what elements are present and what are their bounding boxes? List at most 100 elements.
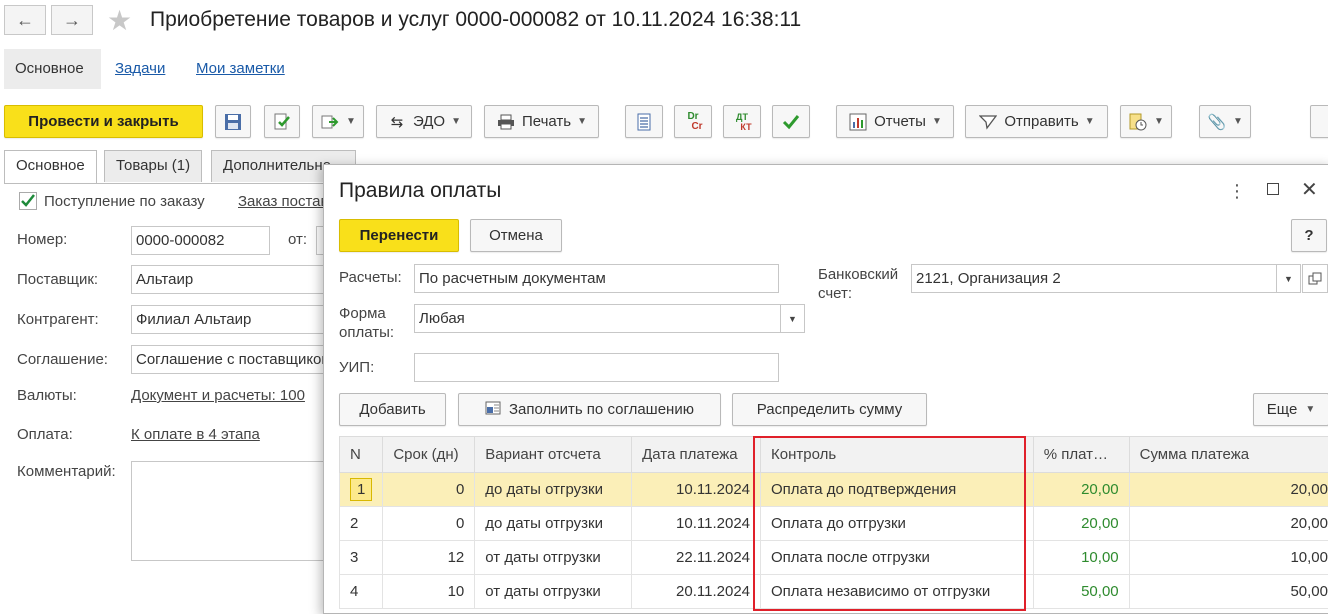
- attach-file-button[interactable]: 📎 ▼: [1199, 105, 1251, 138]
- order-link[interactable]: Заказ поставщику: [238, 193, 328, 210]
- cell-term: 10: [383, 575, 475, 609]
- supplier-field[interactable]: Альтаир: [131, 265, 331, 294]
- payment-link[interactable]: К оплате в 4 этапа: [131, 426, 260, 443]
- section-notes-link[interactable]: Мои заметки: [196, 60, 285, 77]
- column-header-n[interactable]: N: [340, 437, 383, 473]
- transfer-button[interactable]: Перенести: [339, 219, 459, 252]
- table-row[interactable]: 3 12 от даты отгрузки 22.11.2024 Оплата …: [340, 541, 1328, 575]
- checkmark-icon: [781, 112, 801, 132]
- comment-field[interactable]: [131, 461, 331, 561]
- column-header-control[interactable]: Контроль: [761, 437, 1034, 473]
- printer-icon: [496, 112, 516, 132]
- counterparty-field[interactable]: Филиал Альтаир: [131, 305, 331, 334]
- uip-field[interactable]: [414, 353, 779, 382]
- send-button[interactable]: Отправить ▼: [965, 105, 1108, 138]
- table-row[interactable]: 4 10 от даты отгрузки 20.11.2024 Оплата …: [340, 575, 1328, 609]
- paperclip-icon: 📎: [1207, 112, 1227, 132]
- column-header-variant[interactable]: Вариант отсчета: [475, 437, 632, 473]
- cell-variant: до даты отгрузки: [475, 507, 632, 541]
- dr-cr-button[interactable]: Dr Cr: [674, 105, 712, 138]
- print-label: Печать: [522, 113, 571, 130]
- payment-form-value: Любая: [419, 310, 465, 327]
- cell-term: 12: [383, 541, 475, 575]
- reports-button[interactable]: Отчеты ▼: [836, 105, 954, 138]
- table-row[interactable]: 2 0 до даты отгрузки 10.11.2024 Оплата д…: [340, 507, 1328, 541]
- more-toolbar-button[interactable]: [1310, 105, 1328, 138]
- column-header-term[interactable]: Срок (дн): [383, 437, 475, 473]
- cell-percent: 20,00: [1033, 507, 1129, 541]
- bank-account-select[interactable]: 2121, Организация 2 ▼: [911, 264, 1301, 293]
- window-title: Приобретение товаров и услуг 0000-000082…: [150, 8, 801, 32]
- back-button[interactable]: ←: [4, 5, 46, 35]
- cell-variant: от даты отгрузки: [475, 575, 632, 609]
- row-number: 2: [340, 507, 383, 541]
- cell-control: Оплата независимо от отгрузки: [761, 575, 1034, 609]
- open-copy-icon: [1308, 272, 1322, 286]
- check-button[interactable]: [772, 105, 810, 138]
- tab-main[interactable]: Основное: [4, 150, 97, 184]
- agreement-field[interactable]: Соглашение с поставщиком: [131, 345, 331, 374]
- post-button[interactable]: [264, 105, 300, 138]
- date-from-label: от:: [288, 231, 307, 248]
- cell-variant: от даты отгрузки: [475, 541, 632, 575]
- tab-goods[interactable]: Товары (1): [104, 150, 202, 182]
- dt-kt-button[interactable]: ДТ КТ: [723, 105, 761, 138]
- open-bank-account-button[interactable]: [1302, 264, 1328, 293]
- fill-by-agreement-button[interactable]: Заполнить по соглашению: [458, 393, 721, 426]
- cell-percent: 10,00: [1033, 541, 1129, 575]
- by-order-checkbox[interactable]: [19, 192, 37, 210]
- table-row[interactable]: 1 0 до даты отгрузки 10.11.2024 Оплата д…: [340, 473, 1328, 507]
- structure-button[interactable]: [625, 105, 663, 138]
- create-based-on-button[interactable]: ▼: [312, 105, 364, 138]
- arrow-right-icon: →: [63, 10, 81, 31]
- number-field[interactable]: 0000-000082: [131, 226, 270, 255]
- currency-link[interactable]: Документ и расчеты: 100: [131, 387, 326, 404]
- more-label: Еще: [1267, 401, 1298, 418]
- more-vertical-icon[interactable]: ⋮: [1228, 181, 1246, 202]
- payment-form-select[interactable]: Любая ▼: [414, 304, 805, 333]
- create-based-icon: [320, 112, 340, 132]
- section-main[interactable]: Основное: [4, 49, 101, 89]
- chevron-down-icon[interactable]: ▼: [1276, 265, 1300, 292]
- send-label: Отправить: [1004, 113, 1078, 130]
- cell-payment-date: 10.11.2024: [632, 507, 761, 541]
- more-button[interactable]: Еще ▼: [1253, 393, 1328, 426]
- chevron-down-icon[interactable]: ▼: [780, 305, 804, 332]
- comment-label: Комментарий:: [17, 463, 116, 480]
- distribute-sum-button[interactable]: Распределить сумму: [732, 393, 927, 426]
- cell-term: 0: [383, 473, 475, 507]
- chevron-down-icon: ▼: [1233, 116, 1243, 127]
- attachments-button[interactable]: ▼: [1120, 105, 1172, 138]
- cell-amount: 50,00: [1129, 575, 1328, 609]
- payment-schedule-table: N Срок (дн) Вариант отсчета Дата платежа…: [339, 436, 1328, 609]
- forward-button[interactable]: →: [51, 5, 93, 35]
- fill-grid-icon: [485, 401, 501, 419]
- edo-button[interactable]: ⇆ ЭДО ▼: [376, 105, 472, 138]
- maximize-icon[interactable]: [1267, 183, 1279, 195]
- column-header-percent[interactable]: % плат…: [1033, 437, 1129, 473]
- column-header-payment-date[interactable]: Дата платежа: [632, 437, 761, 473]
- add-button[interactable]: Добавить: [339, 393, 446, 426]
- save-button[interactable]: [215, 105, 251, 138]
- list-icon: [634, 112, 654, 132]
- fill-by-agreement-label: Заполнить по соглашению: [509, 401, 694, 418]
- settlements-label: Расчеты:: [339, 269, 402, 286]
- cell-payment-date: 20.11.2024: [632, 575, 761, 609]
- chevron-down-icon: ▼: [451, 116, 461, 127]
- edo-label: ЭДО: [413, 113, 445, 130]
- column-header-amount[interactable]: Сумма платежа: [1129, 437, 1328, 473]
- help-button[interactable]: ?: [1291, 219, 1327, 252]
- section-tasks-link[interactable]: Задачи: [115, 60, 165, 77]
- cancel-button[interactable]: Отмена: [470, 219, 562, 252]
- by-order-label: Поступление по заказу: [44, 193, 205, 210]
- cell-percent: 50,00: [1033, 575, 1129, 609]
- print-button[interactable]: Печать ▼: [484, 105, 599, 138]
- close-icon[interactable]: ✕: [1301, 177, 1318, 202]
- cell-term: 0: [383, 507, 475, 541]
- counterparty-label: Контрагент:: [17, 311, 99, 328]
- post-and-close-button[interactable]: Провести и закрыть: [4, 105, 203, 138]
- favorite-star-icon[interactable]: ★: [107, 4, 132, 37]
- payment-label: Оплата:: [17, 426, 73, 443]
- agreement-label: Соглашение:: [17, 351, 108, 368]
- settlements-field[interactable]: По расчетным документам: [414, 264, 779, 293]
